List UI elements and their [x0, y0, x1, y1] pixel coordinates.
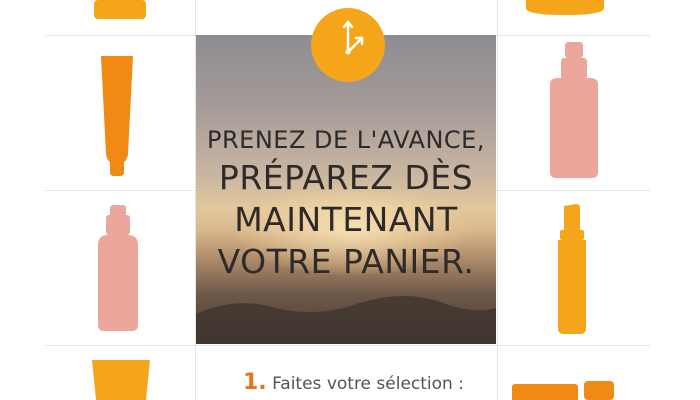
hills-silhouette: [196, 296, 496, 344]
hero-line-3: MAINTENANT: [234, 200, 458, 239]
product-tube-bottom-left[interactable]: [90, 360, 152, 400]
product-tube-orange[interactable]: [98, 54, 136, 178]
product-case-bottom-right[interactable]: [508, 381, 620, 400]
hero-line-2: PRÉPAREZ DÈS: [218, 158, 474, 197]
hero-headline: PRENEZ DE L'AVANCE, PRÉPAREZ DÈS MAINTEN…: [196, 123, 496, 283]
step-text: Faites votre sélection :: [266, 374, 464, 394]
clock-icon: [342, 20, 364, 55]
product-jar-top-right[interactable]: [520, 0, 610, 22]
product-spray-bottle-pink[interactable]: [546, 40, 602, 180]
product-serum-bottle-pink[interactable]: [92, 205, 144, 333]
grid-line: [497, 0, 498, 400]
product-jar-top-left[interactable]: [90, 0, 150, 22]
hero-line-4: VOTRE PANIER.: [217, 242, 475, 281]
hero-line-1: PRENEZ DE L'AVANCE,: [207, 126, 485, 154]
grid-line: [45, 345, 650, 346]
clock-badge: [311, 8, 385, 82]
product-pump-bottle-orange[interactable]: [552, 204, 592, 336]
step-number: 1.: [243, 370, 267, 395]
step-heading: 1. Faites votre sélection :: [243, 370, 503, 395]
